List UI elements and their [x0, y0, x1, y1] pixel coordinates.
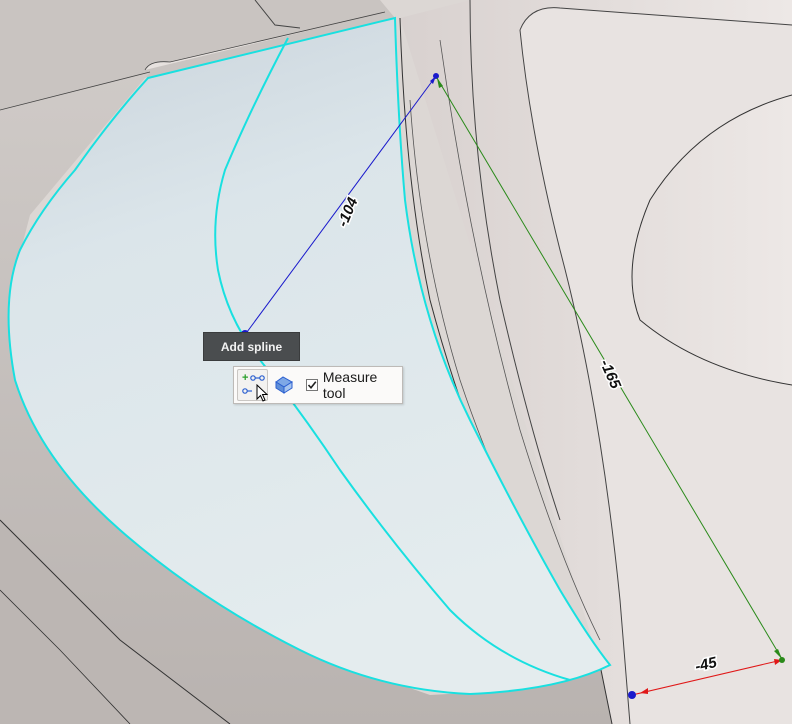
measure-tool-checkbox[interactable]	[305, 379, 318, 391]
surface-tool-button[interactable]	[268, 369, 299, 401]
cad-viewport[interactable]: -104 -165 -45	[0, 0, 792, 724]
checkmark-icon	[307, 381, 317, 390]
add-spline-tooltip: Add spline	[203, 332, 300, 361]
svg-text:+: +	[242, 372, 248, 384]
context-toolbar: + Measure tool	[233, 366, 403, 404]
dimension-endpoint[interactable]	[433, 73, 439, 79]
measure-tool-label[interactable]: Measure tool	[323, 369, 402, 401]
dimension-endpoint[interactable]	[628, 691, 636, 699]
tooltip-text: Add spline	[220, 339, 283, 354]
measure-tool-toggle[interactable]: Measure tool	[305, 369, 402, 401]
dimension-endpoint[interactable]	[779, 657, 785, 663]
add-spline-button[interactable]: +	[237, 369, 269, 402]
surface-icon	[275, 376, 294, 394]
